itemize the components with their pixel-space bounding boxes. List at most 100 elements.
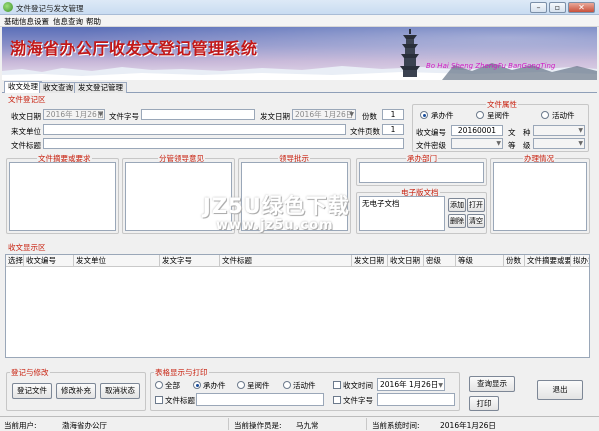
modify-button[interactable]: 修改补充 — [56, 383, 96, 399]
doc-title-label: 文件标题 — [11, 141, 41, 150]
col-send-date[interactable]: 发文日期 — [352, 255, 388, 267]
pages-label: 文件页数 — [350, 127, 380, 136]
banner-title: 渤海省办公厅收发文登记管理系统 — [10, 39, 258, 58]
edoc-open-button[interactable]: 打开 — [467, 198, 485, 212]
doc-title-input[interactable] — [43, 138, 404, 149]
col-level[interactable]: 等级 — [456, 255, 504, 267]
filter-number-label: 文件字号 — [343, 396, 373, 405]
doc-number-input[interactable] — [141, 109, 255, 120]
dept-input[interactable] — [359, 162, 484, 183]
filter-radio-activity[interactable] — [283, 381, 291, 389]
status-operator-value: 马九常 — [296, 421, 319, 430]
chevron-down-icon: ▼ — [578, 127, 583, 134]
filter-time-picker[interactable]: 2016年 1月26日 ▼ — [377, 378, 445, 391]
pages-input[interactable]: 1 — [382, 124, 404, 135]
filter-time-checkbox[interactable] — [333, 381, 341, 389]
banner: 渤海省办公厅收发文登记管理系统 Bo Hai Sheng ZhengFu Ban… — [2, 27, 597, 80]
secret-label: 文件密级 — [416, 141, 446, 150]
receive-no-label: 收文编号 — [416, 128, 446, 137]
file-attributes-title: 文件属性 — [486, 99, 518, 110]
close-button[interactable]: ✕ — [568, 2, 595, 13]
copies-label: 份数 — [362, 112, 377, 121]
filter-title-checkbox[interactable] — [155, 396, 163, 404]
col-copies[interactable]: 份数 — [504, 255, 525, 267]
col-select[interactable]: 选择 — [6, 255, 24, 267]
attr-radio-activity-label: 活动件 — [552, 111, 575, 120]
chevron-down-icon: ▼ — [98, 111, 103, 118]
status-systime-value: 2016年1月26日 — [440, 421, 496, 430]
doc-type-select[interactable]: ▼ — [533, 125, 585, 136]
chevron-down-icon: ▼ — [438, 382, 443, 389]
maximize-button[interactable]: ▫ — [549, 2, 566, 13]
level-label: 等 级 — [508, 141, 531, 150]
summary-textarea[interactable] — [9, 162, 116, 231]
filter-radio-undertake-label: 承办件 — [203, 381, 226, 390]
tower-image — [400, 29, 420, 77]
attr-radio-review[interactable] — [476, 111, 484, 119]
tab-bar: 收文处理 收文查询 发文登记管理 — [2, 81, 597, 93]
minimize-button[interactable]: – — [530, 2, 547, 13]
window-titlebar[interactable]: 文件登记与发文管理 – ▫ ✕ — [0, 0, 599, 15]
attr-radio-undertake-label: 承办件 — [431, 111, 454, 120]
col-receive-date[interactable]: 收文日期 — [388, 255, 424, 267]
send-date-label: 发文日期 — [260, 112, 290, 121]
edoc-clear-button[interactable]: 清空 — [467, 214, 485, 228]
filter-radio-review-label: 呈阅件 — [247, 381, 270, 390]
col-summary[interactable]: 文件摘要或要 — [525, 255, 571, 267]
attr-radio-activity[interactable] — [541, 111, 549, 119]
doc-type-label: 文 种 — [508, 128, 531, 137]
tab-send-register[interactable]: 发文登记管理 — [74, 82, 127, 93]
attr-radio-review-label: 呈阅件 — [487, 111, 510, 120]
edit-group-title: 登记与修改 — [10, 367, 50, 378]
filter-radio-all-label: 全部 — [165, 381, 180, 390]
edoc-add-button[interactable]: 添加 — [448, 198, 466, 212]
from-unit-input[interactable] — [43, 124, 346, 135]
receive-date-label: 收文日期 — [11, 112, 41, 121]
status-systime-label: 当前系统时间: — [372, 421, 420, 430]
chevron-down-icon: ▼ — [349, 111, 354, 118]
watermark-url: www.jz5u.com — [216, 218, 334, 233]
tab-receive-query[interactable]: 收文查询 — [39, 82, 77, 93]
window-title: 文件登记与发文管理 — [16, 4, 84, 13]
tab-receive-processing[interactable]: 收文处理 — [4, 81, 42, 93]
progress-textarea[interactable] — [493, 162, 587, 231]
col-receive-no[interactable]: 收文编号 — [24, 255, 74, 267]
col-proposed-opinion[interactable]: 拟办意 — [571, 255, 589, 267]
col-send-unit[interactable]: 发文单位 — [74, 255, 160, 267]
secret-select[interactable]: ▼ — [451, 138, 503, 149]
copies-input[interactable]: 1 — [382, 109, 404, 120]
filter-radio-activity-label: 活动件 — [293, 381, 316, 390]
col-doc-number[interactable]: 发文字号 — [160, 255, 220, 267]
level-select[interactable]: ▼ — [533, 138, 585, 149]
status-bar: 当前用户: 渤海省办公厅 当前操作员是: 马九常 当前系统时间: 2016年1月… — [0, 416, 599, 430]
filter-group-title: 表格显示与打印 — [154, 367, 209, 378]
menu-help[interactable]: 帮助 — [86, 16, 101, 27]
status-user-label: 当前用户: — [4, 421, 37, 430]
query-display-button[interactable]: 查询显示 — [469, 376, 515, 392]
cancel-state-button[interactable]: 取消状态 — [100, 383, 140, 399]
receive-date-picker[interactable]: 2016年 1月26日 ▼ — [43, 109, 105, 120]
receive-no-input[interactable]: 20160001 — [451, 125, 503, 136]
filter-number-input[interactable] — [377, 393, 455, 406]
register-file-button[interactable]: 登记文件 — [12, 383, 52, 399]
col-secret[interactable]: 密级 — [424, 255, 456, 267]
print-button[interactable]: 打印 — [469, 396, 499, 411]
doc-number-label: 文件字号 — [109, 112, 139, 121]
filter-number-checkbox[interactable] — [333, 396, 341, 404]
menu-info-query[interactable]: 信息查询 — [53, 16, 83, 27]
col-doc-title[interactable]: 文件标题 — [220, 255, 352, 267]
attr-radio-undertake[interactable] — [420, 111, 428, 119]
filter-radio-review[interactable] — [237, 381, 245, 389]
status-operator-label: 当前操作员是: — [234, 421, 282, 430]
filter-radio-undertake[interactable] — [193, 381, 201, 389]
exit-button[interactable]: 退出 — [537, 380, 583, 400]
filter-radio-all[interactable] — [155, 381, 163, 389]
from-unit-label: 来文单位 — [11, 127, 41, 136]
filter-title-input[interactable] — [196, 393, 324, 406]
send-date-picker[interactable]: 2016年 1月26日 ▼ — [292, 109, 356, 120]
receive-table[interactable]: 选择 收文编号 发文单位 发文字号 文件标题 发文日期 收文日期 密级 等级 份… — [5, 254, 590, 358]
menu-basic-settings[interactable]: 基础信息设置 — [4, 16, 49, 27]
edoc-delete-button[interactable]: 删除 — [448, 214, 466, 228]
edoc-list[interactable]: 无电子文档 — [359, 196, 445, 231]
chevron-down-icon: ▼ — [496, 140, 501, 147]
